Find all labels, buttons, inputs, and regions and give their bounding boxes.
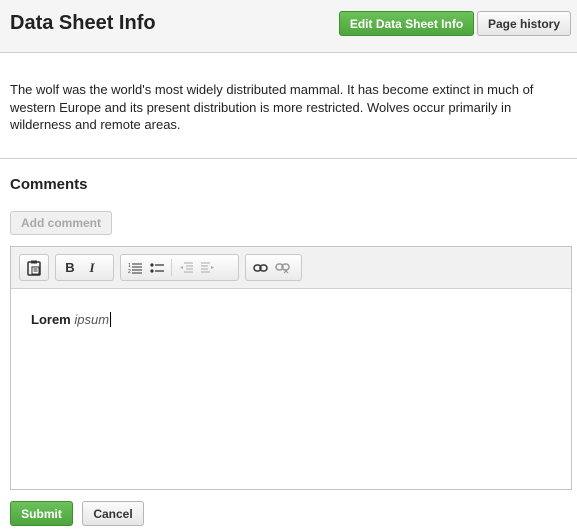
section-divider [0, 158, 577, 159]
numbered-list-icon[interactable]: 1 2 [124, 257, 146, 279]
italic-text: ipsum [74, 312, 110, 327]
toolbar-group-lists: 1 2 [120, 254, 239, 281]
toolbar-group-clipboard [19, 254, 49, 281]
paste-icon[interactable] [23, 257, 45, 279]
bulleted-list-icon[interactable] [146, 257, 168, 279]
toolbar-separator [171, 259, 172, 276]
outdent-icon[interactable] [175, 257, 197, 279]
editor-toolbar: B I 1 2 [11, 247, 571, 289]
submit-button[interactable]: Submit [10, 501, 73, 526]
italic-icon[interactable]: I [81, 257, 103, 279]
edit-data-sheet-button[interactable]: Edit Data Sheet Info [339, 11, 474, 36]
bold-text: Lorem [31, 312, 71, 327]
page-history-button[interactable]: Page history [477, 11, 571, 36]
indent-icon[interactable] [197, 257, 219, 279]
comment-editor: B I 1 2 Lorem ipsum [10, 246, 572, 490]
svg-text:2: 2 [128, 269, 131, 274]
editor-content-area[interactable]: Lorem ipsum [31, 312, 112, 327]
bold-icon[interactable]: B [59, 257, 81, 279]
link-icon[interactable] [249, 257, 271, 279]
unlink-icon[interactable] [271, 257, 293, 279]
add-comment-button[interactable]: Add comment [10, 211, 112, 235]
comments-heading: Comments [10, 176, 88, 193]
page-header: Data Sheet Info Edit Data Sheet Info Pag… [0, 0, 577, 53]
data-sheet-description: The wolf was the world's most widely dis… [10, 82, 534, 132]
cancel-button[interactable]: Cancel [82, 501, 144, 526]
toolbar-group-format: B I [55, 254, 114, 281]
page-title: Data Sheet Info [10, 12, 156, 34]
text-cursor [110, 312, 112, 327]
toolbar-group-links [245, 254, 302, 281]
